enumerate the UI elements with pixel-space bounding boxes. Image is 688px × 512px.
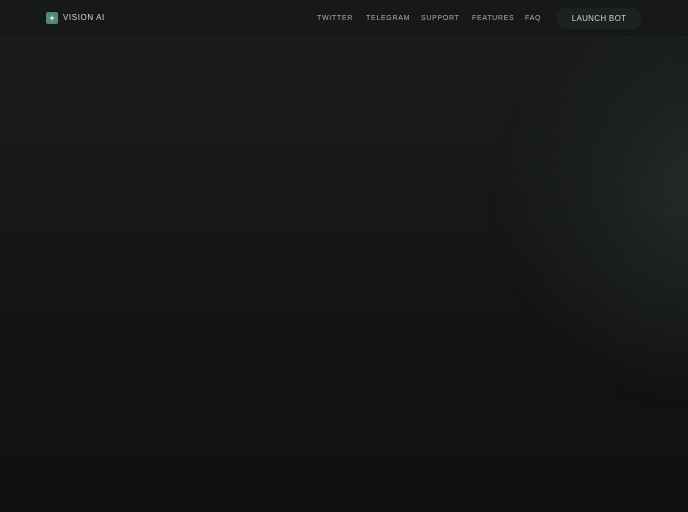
background-glow [500,20,688,400]
nav-link-features[interactable]: FEATURES [472,14,514,24]
page: VISION AI TWITTER TELEGRAM SUPPORT FEATU… [0,0,688,512]
nav-link-support[interactable]: SUPPORT [421,14,460,24]
top-navbar: VISION AI TWITTER TELEGRAM SUPPORT FEATU… [0,0,688,37]
launch-bot-button[interactable]: LAUNCH BOT [557,8,641,29]
nav-link-faq[interactable]: FAQ [525,14,541,24]
nav-link-twitter[interactable]: TWITTER [317,14,353,24]
nav-link-telegram[interactable]: TELEGRAM [366,14,410,24]
